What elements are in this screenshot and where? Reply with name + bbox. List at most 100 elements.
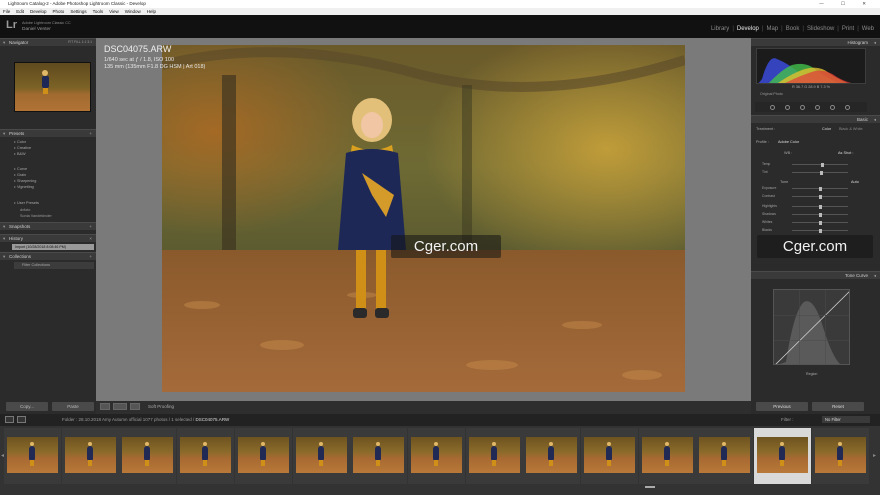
- module-map[interactable]: Map: [763, 26, 781, 32]
- slider-knob[interactable]: [818, 194, 822, 199]
- menu-settings[interactable]: Settings: [70, 8, 86, 15]
- filmstrip-thumbnail[interactable]: [292, 428, 350, 484]
- filmstrip-right-arrow-icon[interactable]: ▸: [873, 452, 876, 459]
- menu-window[interactable]: Window: [125, 8, 141, 15]
- collections-header[interactable]: Collections +: [0, 252, 96, 260]
- menu-develop[interactable]: Develop: [30, 8, 47, 15]
- original-photo-checkbox[interactable]: Original Photo: [760, 92, 783, 96]
- history-header[interactable]: History ×: [0, 234, 96, 242]
- filmstrip-source-info[interactable]: Folder : 28.10.2018 Amy Autumn official …: [62, 417, 229, 422]
- loupe-view-icon[interactable]: [100, 403, 110, 410]
- add-snapshot-icon[interactable]: +: [89, 223, 92, 230]
- navigator-header[interactable]: Navigator FIT FILL 1:1 3:1: [0, 38, 96, 46]
- grid-view-icon[interactable]: [17, 416, 26, 423]
- auto-tone-button[interactable]: Auto: [851, 180, 859, 184]
- navigator-preview[interactable]: [14, 62, 91, 112]
- histogram-graph[interactable]: [756, 48, 866, 84]
- filmstrip-thumbnail[interactable]: [465, 428, 523, 484]
- menu-edit[interactable]: Edit: [16, 8, 24, 15]
- filmstrip-thumbnail[interactable]: [350, 428, 408, 484]
- user-preset-item[interactable]: Sonia Vandekinder: [20, 214, 52, 219]
- preset-group-color[interactable]: Color: [14, 140, 26, 145]
- filmstrip-thumbnail[interactable]: [638, 428, 696, 484]
- profile-dropdown[interactable]: Adobe Color: [778, 140, 799, 144]
- slider-contrast[interactable]: Contrast: [762, 194, 862, 199]
- soft-proofing-toggle[interactable]: Soft Proofing: [148, 404, 174, 409]
- preset-group-curve[interactable]: Curve: [14, 167, 27, 172]
- before-after-mode-icon[interactable]: [130, 403, 140, 410]
- radial-filter-icon[interactable]: [830, 105, 835, 110]
- adjustment-brush-icon[interactable]: [845, 105, 850, 110]
- reset-button[interactable]: Reset: [812, 402, 864, 411]
- basic-header[interactable]: Basic: [751, 115, 880, 123]
- filmstrip-thumbnail[interactable]: [523, 428, 581, 484]
- menu-file[interactable]: File: [3, 8, 10, 15]
- module-library[interactable]: Library: [708, 26, 732, 32]
- preset-group-creative[interactable]: Creative: [14, 146, 31, 151]
- presets-header[interactable]: Presets +: [0, 129, 96, 137]
- snapshots-header[interactable]: Snapshots +: [0, 222, 96, 230]
- navigator-zoom-options[interactable]: FIT FILL 1:1 3:1: [68, 39, 92, 46]
- window-controls[interactable]: — ☐ ✕: [819, 0, 874, 8]
- graduated-filter-icon[interactable]: [815, 105, 820, 110]
- module-print[interactable]: Print: [839, 26, 857, 32]
- menu-view[interactable]: View: [109, 8, 119, 15]
- slider-track[interactable]: [792, 164, 848, 165]
- slider-blacks[interactable]: Blacks: [762, 228, 862, 233]
- paste-button[interactable]: Paste: [52, 402, 94, 411]
- crop-tool-icon[interactable]: [770, 105, 775, 110]
- clear-history-icon[interactable]: ×: [89, 235, 92, 242]
- collection-filter[interactable]: Filter Collections: [14, 262, 94, 269]
- slider-knob[interactable]: [818, 212, 822, 217]
- filter-dropdown[interactable]: No Filter: [822, 416, 870, 423]
- slider-tint[interactable]: Tint: [762, 170, 862, 175]
- preset-group-sharpening[interactable]: Sharpening: [14, 179, 36, 184]
- filmstrip-thumbnail[interactable]: [811, 428, 869, 484]
- module-web[interactable]: Web: [859, 26, 877, 32]
- white-balance-dropdown[interactable]: As Shot :: [838, 151, 853, 155]
- filmstrip-thumbnail[interactable]: [177, 428, 235, 484]
- filmstrip-thumbnail[interactable]: [407, 428, 465, 484]
- slider-temp[interactable]: Temp: [762, 162, 862, 167]
- preset-group-grain[interactable]: Grain: [14, 173, 26, 178]
- slider-knob[interactable]: [821, 162, 825, 167]
- menu-photo[interactable]: Photo: [53, 8, 65, 15]
- red-eye-icon[interactable]: [800, 105, 805, 110]
- slider-highlights[interactable]: Highlights: [762, 204, 862, 209]
- secondary-window-icon[interactable]: [5, 416, 14, 423]
- tone-curve-graph[interactable]: [773, 289, 850, 365]
- slider-knob[interactable]: [818, 186, 822, 191]
- slider-exposure[interactable]: Exposure: [762, 186, 862, 191]
- before-after-icon[interactable]: [113, 403, 127, 410]
- histogram-header[interactable]: Histogram: [751, 38, 880, 46]
- filmstrip-thumbnail[interactable]: [4, 428, 61, 484]
- slider-knob[interactable]: [819, 170, 823, 175]
- filmstrip-thumbnail[interactable]: [581, 428, 638, 484]
- add-preset-icon[interactable]: +: [89, 130, 92, 137]
- preset-group-bw[interactable]: B&W: [14, 152, 26, 157]
- copy-button[interactable]: Copy...: [6, 402, 48, 411]
- add-collection-icon[interactable]: +: [89, 253, 92, 260]
- treatment-color-button[interactable]: Color: [822, 127, 831, 131]
- slider-whites[interactable]: Whites: [762, 220, 862, 225]
- slider-shadows[interactable]: Shadows: [762, 212, 862, 217]
- menu-help[interactable]: Help: [147, 8, 156, 15]
- spot-removal-icon[interactable]: [785, 105, 790, 110]
- photo-preview[interactable]: [162, 45, 685, 392]
- preset-group-vignetting[interactable]: Vignetting: [14, 185, 34, 190]
- menu-tools[interactable]: Tools: [93, 8, 104, 15]
- filmstrip-scrollbar[interactable]: [645, 486, 655, 488]
- filmstrip-thumbnail[interactable]: [754, 428, 812, 484]
- history-step[interactable]: Import (10/28/2018 8:08:46 PM): [12, 244, 94, 250]
- filmstrip-thumbnail[interactable]: [696, 428, 754, 484]
- preset-group-user[interactable]: User Presets: [14, 201, 39, 206]
- tone-curve-header[interactable]: Tone Curve: [751, 271, 880, 279]
- filmstrip-thumbnail[interactable]: [234, 428, 292, 484]
- filmstrip-thumbnail[interactable]: [61, 428, 119, 484]
- previous-button[interactable]: Previous: [756, 402, 808, 411]
- filmstrip-thumbnail[interactable]: [119, 428, 177, 484]
- slider-knob[interactable]: [818, 228, 822, 233]
- module-slideshow[interactable]: Slideshow: [804, 26, 837, 32]
- treatment-bw-button[interactable]: Black & White: [839, 127, 863, 131]
- user-preset-item[interactable]: dvfoto: [20, 208, 30, 213]
